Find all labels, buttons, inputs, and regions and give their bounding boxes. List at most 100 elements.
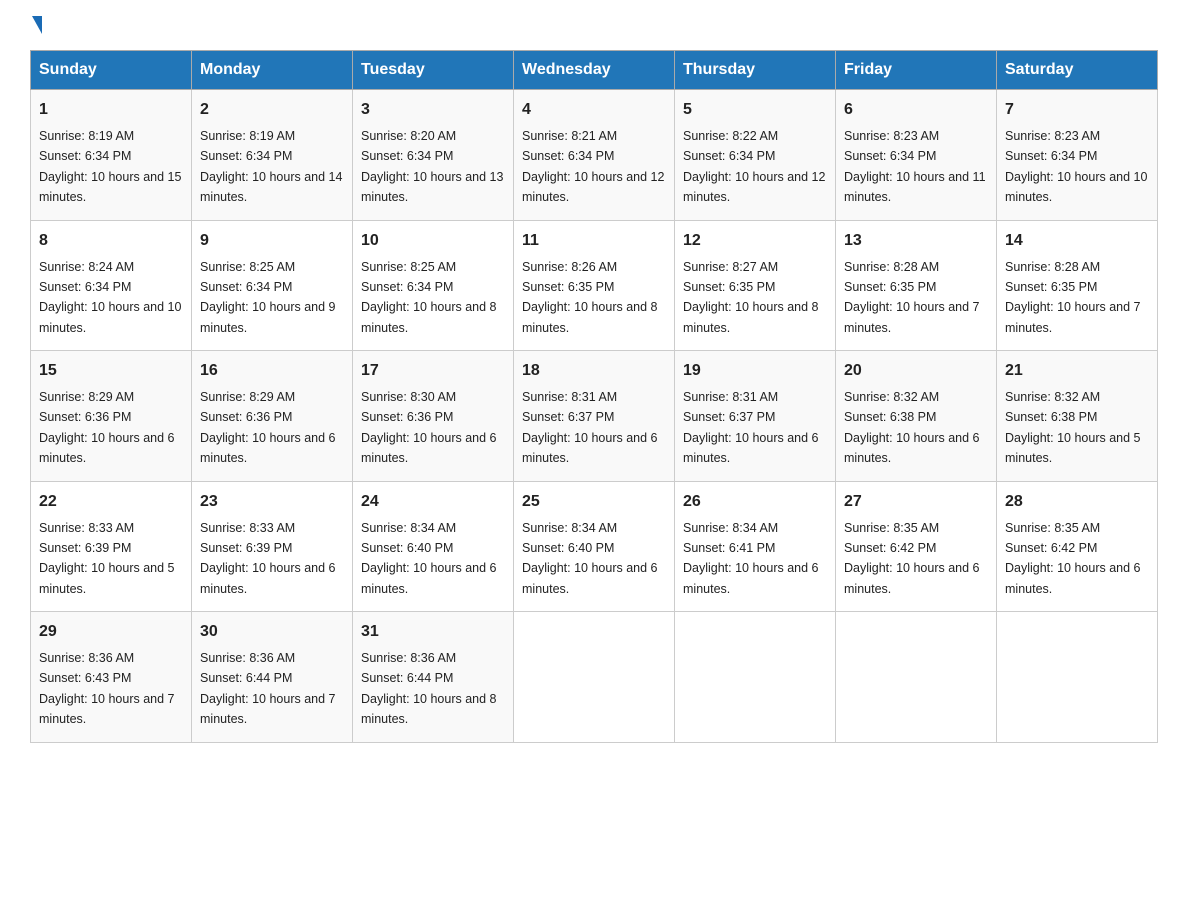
day-info: Sunrise: 8:33 AMSunset: 6:39 PMDaylight:…	[200, 521, 336, 596]
day-info: Sunrise: 8:19 AMSunset: 6:34 PMDaylight:…	[200, 129, 342, 204]
day-info: Sunrise: 8:35 AMSunset: 6:42 PMDaylight:…	[1005, 521, 1141, 596]
day-number: 22	[39, 490, 183, 514]
calendar-cell: 31Sunrise: 8:36 AMSunset: 6:44 PMDayligh…	[353, 612, 514, 743]
calendar-cell: 3Sunrise: 8:20 AMSunset: 6:34 PMDaylight…	[353, 90, 514, 221]
calendar-cell: 20 Sunrise: 8:32 AMSunset: 6:38 PMDayligh…	[836, 351, 997, 482]
calendar-cell: 28 Sunrise: 8:35 AMSunset: 6:42 PMDayligh…	[997, 481, 1158, 612]
calendar-cell	[997, 612, 1158, 743]
calendar-cell: 17 Sunrise: 8:30 AMSunset: 6:36 PMDayligh…	[353, 351, 514, 482]
day-number: 11	[522, 229, 666, 253]
header-monday: Monday	[192, 51, 353, 90]
day-info: Sunrise: 8:31 AMSunset: 6:37 PMDaylight:…	[683, 390, 819, 465]
day-number: 6	[844, 98, 988, 122]
logo	[30, 20, 42, 30]
calendar-cell: 25 Sunrise: 8:34 AMSunset: 6:40 PMDayligh…	[514, 481, 675, 612]
calendar-cell: 6 Sunrise: 8:23 AMSunset: 6:34 PMDaylight…	[836, 90, 997, 221]
calendar-cell: 15Sunrise: 8:29 AMSunset: 6:36 PMDayligh…	[31, 351, 192, 482]
header-saturday: Saturday	[997, 51, 1158, 90]
calendar-cell: 8 Sunrise: 8:24 AMSunset: 6:34 PMDaylight…	[31, 220, 192, 351]
day-info: Sunrise: 8:33 AMSunset: 6:39 PMDaylight:…	[39, 521, 175, 596]
day-number: 20	[844, 359, 988, 383]
day-number: 21	[1005, 359, 1149, 383]
day-info: Sunrise: 8:19 AMSunset: 6:34 PMDaylight:…	[39, 129, 181, 204]
calendar-cell	[675, 612, 836, 743]
day-number: 14	[1005, 229, 1149, 253]
calendar-cell: 27Sunrise: 8:35 AMSunset: 6:42 PMDayligh…	[836, 481, 997, 612]
day-number: 15	[39, 359, 183, 383]
day-info: Sunrise: 8:23 AMSunset: 6:34 PMDaylight:…	[1005, 129, 1147, 204]
week-row-3: 15 Sunrise: 8:29 AMSunset: 6:36 PMDayligh…	[31, 351, 1158, 482]
day-number: 26	[683, 490, 827, 514]
day-info: Sunrise: 8:22 AMSunset: 6:34 PMDaylight:…	[683, 129, 825, 204]
day-number: 7	[1005, 98, 1149, 122]
header-sunday: Sunday	[31, 51, 192, 90]
day-info: Sunrise: 8:36 AMSunset: 6:44 PMDaylight:…	[200, 651, 336, 726]
day-info: Sunrise: 8:34 AMSunset: 6:40 PMDaylight:…	[522, 521, 658, 596]
week-row-4: 22 Sunrise: 8:33 AMSunset: 6:39 PMDayligh…	[31, 481, 1158, 612]
day-info: Sunrise: 8:28 AMSunset: 6:35 PMDaylight:…	[844, 260, 980, 335]
day-info: Sunrise: 8:25 AMSunset: 6:34 PMDaylight:…	[361, 260, 497, 335]
calendar-cell	[514, 612, 675, 743]
day-info: Sunrise: 8:34 AMSunset: 6:41 PMDaylight:…	[683, 521, 819, 596]
day-number: 16	[200, 359, 344, 383]
week-row-1: 1 Sunrise: 8:19 AMSunset: 6:34 PMDaylight…	[31, 90, 1158, 221]
day-number: 8	[39, 229, 183, 253]
day-number: 10	[361, 229, 505, 253]
day-info: Sunrise: 8:32 AMSunset: 6:38 PMDaylight:…	[1005, 390, 1141, 465]
day-info: Sunrise: 8:25 AMSunset: 6:34 PMDaylight:…	[200, 260, 336, 335]
day-info: Sunrise: 8:28 AMSunset: 6:35 PMDaylight:…	[1005, 260, 1141, 335]
page-header	[30, 20, 1158, 30]
day-number: 4	[522, 98, 666, 122]
calendar-cell: 14 Sunrise: 8:28 AMSunset: 6:35 PMDayligh…	[997, 220, 1158, 351]
calendar-table: SundayMondayTuesdayWednesdayThursdayFrid…	[30, 50, 1158, 743]
calendar-cell: 13 Sunrise: 8:28 AMSunset: 6:35 PMDayligh…	[836, 220, 997, 351]
day-number: 31	[361, 620, 505, 644]
day-info: Sunrise: 8:36 AMSunset: 6:43 PMDaylight:…	[39, 651, 175, 726]
day-number: 17	[361, 359, 505, 383]
calendar-cell: 10 Sunrise: 8:25 AMSunset: 6:34 PMDayligh…	[353, 220, 514, 351]
day-number: 29	[39, 620, 183, 644]
day-info: Sunrise: 8:20 AMSunset: 6:34 PMDaylight:…	[361, 129, 503, 204]
calendar-cell: 2Sunrise: 8:19 AMSunset: 6:34 PMDaylight…	[192, 90, 353, 221]
day-number: 12	[683, 229, 827, 253]
calendar-cell: 11 Sunrise: 8:26 AMSunset: 6:35 PMDayligh…	[514, 220, 675, 351]
week-row-5: 29 Sunrise: 8:36 AMSunset: 6:43 PMDayligh…	[31, 612, 1158, 743]
day-info: Sunrise: 8:35 AMSunset: 6:42 PMDaylight:…	[844, 521, 980, 596]
day-number: 23	[200, 490, 344, 514]
day-info: Sunrise: 8:21 AMSunset: 6:34 PMDaylight:…	[522, 129, 664, 204]
day-info: Sunrise: 8:24 AMSunset: 6:34 PMDaylight:…	[39, 260, 181, 335]
day-number: 28	[1005, 490, 1149, 514]
day-number: 9	[200, 229, 344, 253]
calendar-cell: 1 Sunrise: 8:19 AMSunset: 6:34 PMDaylight…	[31, 90, 192, 221]
week-row-2: 8 Sunrise: 8:24 AMSunset: 6:34 PMDaylight…	[31, 220, 1158, 351]
day-info: Sunrise: 8:23 AMSunset: 6:34 PMDaylight:…	[844, 129, 986, 204]
day-info: Sunrise: 8:31 AMSunset: 6:37 PMDaylight:…	[522, 390, 658, 465]
day-number: 1	[39, 98, 183, 122]
calendar-cell: 26 Sunrise: 8:34 AMSunset: 6:41 PMDayligh…	[675, 481, 836, 612]
day-info: Sunrise: 8:32 AMSunset: 6:38 PMDaylight:…	[844, 390, 980, 465]
logo-triangle-icon	[32, 16, 42, 34]
calendar-cell: 19 Sunrise: 8:31 AMSunset: 6:37 PMDayligh…	[675, 351, 836, 482]
day-number: 24	[361, 490, 505, 514]
calendar-cell: 22 Sunrise: 8:33 AMSunset: 6:39 PMDayligh…	[31, 481, 192, 612]
day-info: Sunrise: 8:30 AMSunset: 6:36 PMDaylight:…	[361, 390, 497, 465]
logo-text	[30, 20, 42, 34]
header-wednesday: Wednesday	[514, 51, 675, 90]
calendar-cell: 21 Sunrise: 8:32 AMSunset: 6:38 PMDayligh…	[997, 351, 1158, 482]
calendar-cell: 4 Sunrise: 8:21 AMSunset: 6:34 PMDaylight…	[514, 90, 675, 221]
calendar-cell: 23 Sunrise: 8:33 AMSunset: 6:39 PMDayligh…	[192, 481, 353, 612]
calendar-cell: 12Sunrise: 8:27 AMSunset: 6:35 PMDayligh…	[675, 220, 836, 351]
header-tuesday: Tuesday	[353, 51, 514, 90]
calendar-cell: 7 Sunrise: 8:23 AMSunset: 6:34 PMDaylight…	[997, 90, 1158, 221]
day-number: 19	[683, 359, 827, 383]
header-thursday: Thursday	[675, 51, 836, 90]
day-number: 30	[200, 620, 344, 644]
day-number: 25	[522, 490, 666, 514]
day-number: 13	[844, 229, 988, 253]
day-info: Sunrise: 8:26 AMSunset: 6:35 PMDaylight:…	[522, 260, 658, 335]
calendar-cell: 18Sunrise: 8:31 AMSunset: 6:37 PMDayligh…	[514, 351, 675, 482]
header-friday: Friday	[836, 51, 997, 90]
day-info: Sunrise: 8:29 AMSunset: 6:36 PMDaylight:…	[200, 390, 336, 465]
calendar-cell: 30 Sunrise: 8:36 AMSunset: 6:44 PMDayligh…	[192, 612, 353, 743]
calendar-cell: 29 Sunrise: 8:36 AMSunset: 6:43 PMDayligh…	[31, 612, 192, 743]
